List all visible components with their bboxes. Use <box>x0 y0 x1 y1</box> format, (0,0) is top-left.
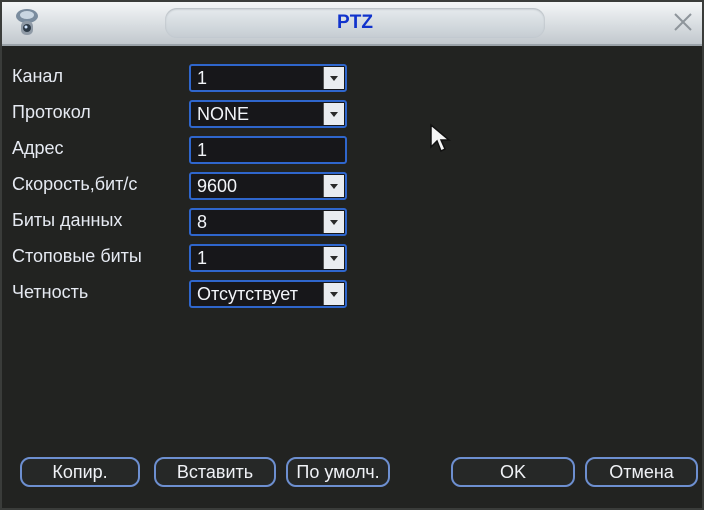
channel-value: 1 <box>197 68 208 88</box>
parity-select[interactable]: Отсутствует <box>189 280 347 308</box>
baudrate-label: Скорость,бит/с <box>12 174 138 194</box>
databits-select[interactable]: 8 <box>189 208 347 236</box>
stopbits-select[interactable]: 1 <box>189 244 347 272</box>
camera-app-icon <box>16 9 38 35</box>
title-pill: PTZ <box>165 8 545 38</box>
baudrate-value: 9600 <box>197 176 238 196</box>
mouse-cursor-icon <box>430 123 451 153</box>
ok-button[interactable]: OK <box>451 457 575 487</box>
default-button[interactable]: По умолч. <box>286 457 390 487</box>
protocol-value: NONE <box>197 104 250 124</box>
databits-label: Биты данных <box>12 210 123 230</box>
address-label: Адрес <box>12 138 64 158</box>
chevron-down-icon[interactable] <box>323 211 344 233</box>
protocol-select[interactable]: NONE <box>189 100 347 128</box>
close-icon[interactable] <box>672 11 694 33</box>
stopbits-value: 1 <box>197 248 208 268</box>
chevron-down-icon[interactable] <box>323 247 344 269</box>
title-bar[interactable]: PTZ <box>2 2 702 46</box>
ptz-dialog: PTZ Канал 1 Протокол NONE Адрес 1 Скорос… <box>0 0 704 510</box>
chevron-down-icon[interactable] <box>323 103 344 125</box>
chevron-down-icon[interactable] <box>323 283 344 305</box>
databits-value: 8 <box>197 212 208 232</box>
protocol-label: Протокол <box>12 102 91 122</box>
address-value: 1 <box>197 140 208 160</box>
paste-button[interactable]: Вставить <box>154 457 276 487</box>
chevron-down-icon[interactable] <box>323 175 344 197</box>
address-input[interactable]: 1 <box>189 136 347 164</box>
stopbits-label: Стоповые биты <box>12 246 142 266</box>
window-title: PTZ <box>337 12 373 33</box>
parity-label: Четность <box>12 282 89 302</box>
chevron-down-icon[interactable] <box>323 67 344 89</box>
copy-button[interactable]: Копир. <box>20 457 140 487</box>
cancel-button[interactable]: Отмена <box>585 457 698 487</box>
baudrate-select[interactable]: 9600 <box>189 172 347 200</box>
channel-select[interactable]: 1 <box>189 64 347 92</box>
channel-label: Канал <box>12 66 63 86</box>
parity-value: Отсутствует <box>197 284 298 304</box>
